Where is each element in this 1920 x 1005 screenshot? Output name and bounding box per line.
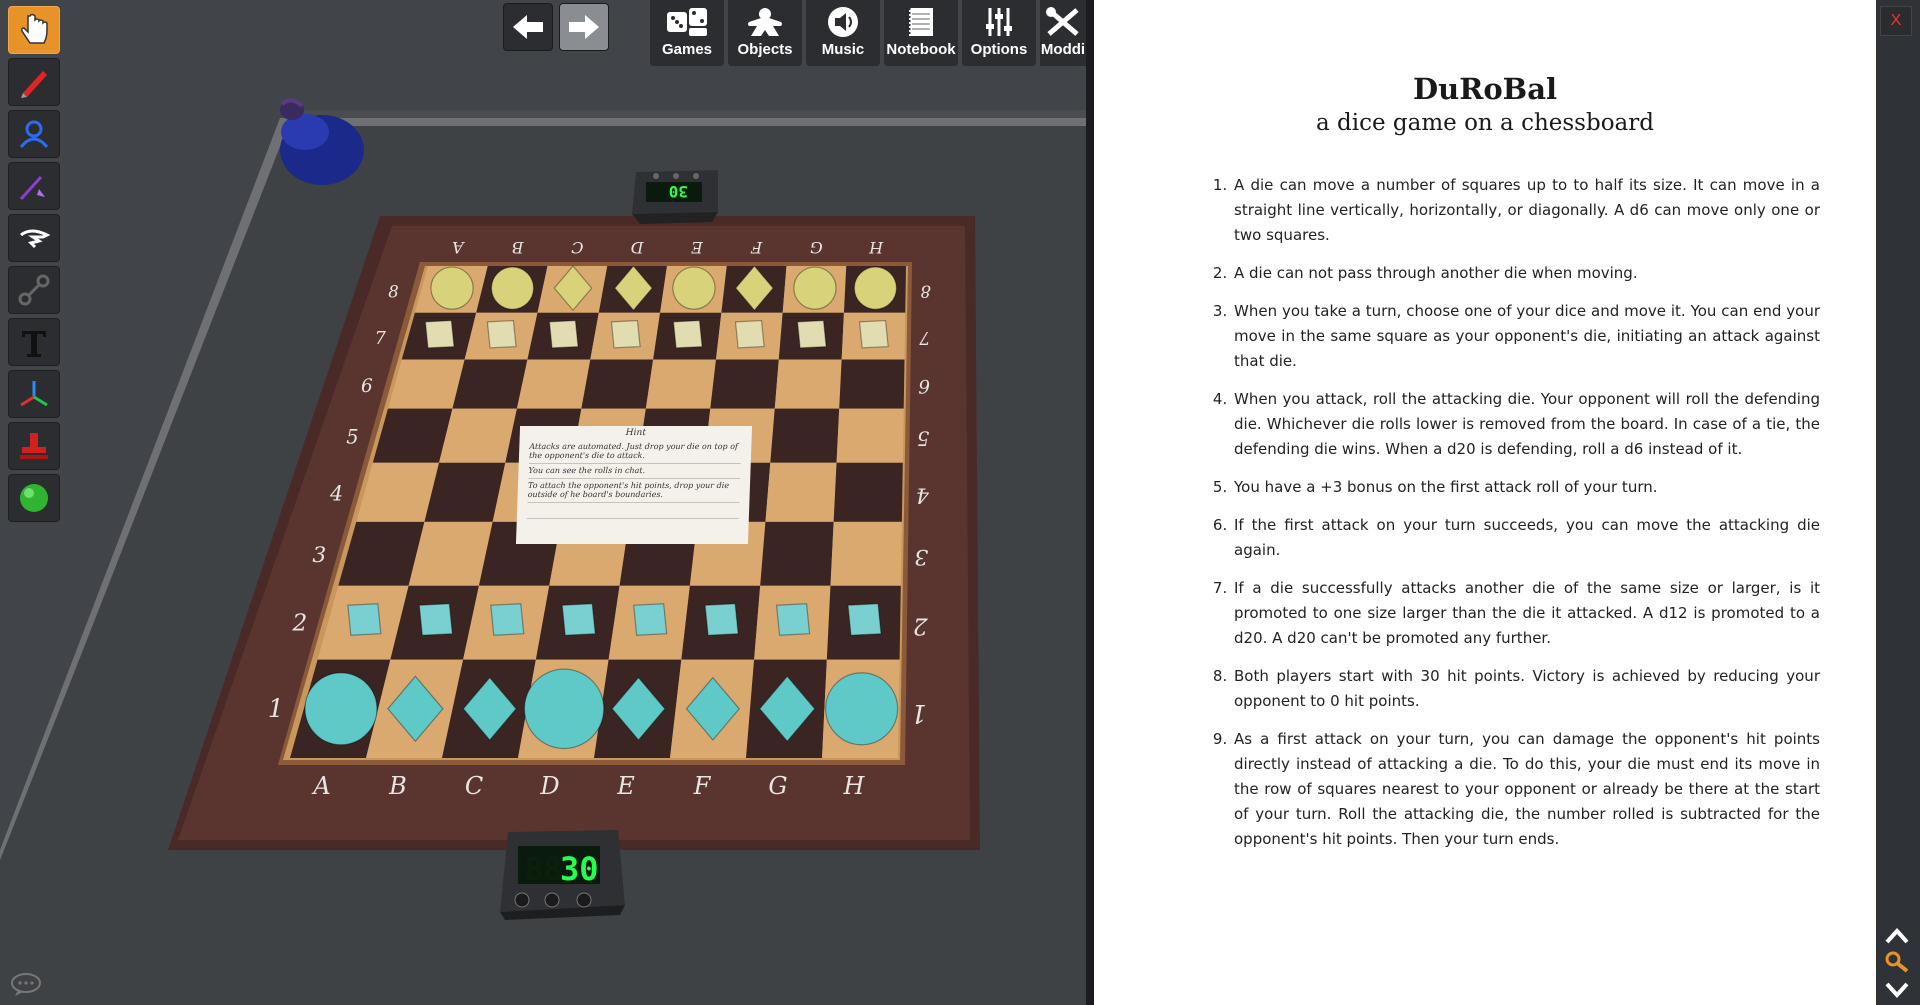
redo-button[interactable] (559, 3, 609, 51)
rules-title: DuRoBal (1413, 72, 1557, 106)
rule-item: When you take a turn, choose one of your… (1232, 299, 1820, 374)
notebook-menu-button[interactable]: Notebook (884, 0, 958, 66)
text-icon (22, 331, 46, 357)
left-toolbar (8, 6, 62, 526)
rule-item: If a die successfully attacks another di… (1232, 576, 1820, 651)
music-label: Music (821, 41, 865, 58)
line-tool-button[interactable] (8, 162, 60, 210)
dice-icon (667, 8, 707, 36)
tools-icon (1046, 7, 1079, 36)
pen-icon (21, 71, 47, 98)
hint-card[interactable]: Hint Attacks are automated. Just drop yo… (515, 426, 753, 544)
notebook-sidebar (1876, 0, 1920, 1005)
objects-label: Objects (737, 41, 793, 58)
rule-item: If the first attack on your turn succeed… (1232, 513, 1820, 563)
chat-icon[interactable] (10, 972, 42, 998)
hint-line-1: Attacks are automated. Just drop your di… (528, 440, 742, 464)
flick-tool-button[interactable] (8, 474, 60, 522)
hidden-zone-icon (20, 229, 51, 249)
scroll-up-button[interactable] (1882, 924, 1912, 948)
rule-item: As a first attack on your turn, you can … (1232, 727, 1820, 852)
snap-tool-button[interactable] (8, 422, 60, 470)
arrow-line-icon (19, 175, 45, 201)
scroll-down-button[interactable] (1882, 978, 1912, 1002)
rule-item: You have a +3 bonus on the first attack … (1232, 475, 1820, 500)
ball-icon (20, 484, 48, 512)
joint-icon (18, 274, 50, 306)
counter-bottom-value: 30 (560, 850, 599, 888)
options-menu-button[interactable]: Options (962, 0, 1036, 66)
magnifier-icon (1885, 951, 1909, 973)
speaker-icon (828, 7, 858, 37)
rule-item: A die can move a number of squares up to… (1232, 173, 1820, 248)
arrow-right-icon (569, 15, 599, 39)
modding-label: Moddi (1040, 41, 1086, 58)
counter-top-value: 30 (669, 182, 688, 201)
svg-text:88: 88 (524, 850, 563, 888)
panel-divider[interactable] (1086, 0, 1094, 1005)
search-button[interactable] (1882, 950, 1912, 974)
rules-subtitle: a dice game on a chessboard (1316, 110, 1654, 136)
games-label: Games (661, 41, 713, 58)
undo-button[interactable] (503, 3, 553, 51)
text-tool-button[interactable] (8, 318, 60, 366)
draw-tool-button[interactable] (8, 58, 60, 106)
user-icon (19, 120, 49, 148)
close-notebook-button[interactable]: X (1880, 6, 1912, 36)
hint-blank-line (526, 503, 740, 519)
rule-item: When you attack, roll the attacking die.… (1232, 387, 1820, 462)
game-viewport[interactable]: ABCDEFGHABCDEFGH8877665544332211 30 30 8… (0, 0, 1094, 1005)
games-menu-button[interactable]: Games (650, 0, 724, 66)
rule-item: Both players start with 30 hit points. V… (1232, 664, 1820, 714)
arrow-left-icon (513, 15, 543, 39)
player-tool-button[interactable] (8, 110, 60, 158)
rules-list: A die can move a number of squares up to… (1204, 173, 1820, 865)
notebook-icon (907, 8, 933, 36)
sliders-icon (986, 8, 1012, 36)
stamp-icon (20, 433, 48, 459)
meeple-icon (748, 8, 782, 36)
chevron-up-icon (1885, 928, 1909, 944)
modding-menu-button[interactable]: Moddi (1040, 0, 1086, 66)
gizmo-tool-button[interactable] (8, 370, 60, 418)
rules-notebook-panel: DuRoBal a dice game on a chessboard A di… (1094, 0, 1876, 1005)
joint-tool-button[interactable] (8, 266, 60, 314)
objects-menu-button[interactable]: Objects (728, 0, 802, 66)
hidden-zone-tool-button[interactable] (8, 214, 60, 262)
axes-icon (20, 381, 48, 407)
rule-item: A die can not pass through another die w… (1232, 261, 1820, 286)
grab-tool-button[interactable] (8, 6, 60, 54)
options-label: Options (970, 41, 1028, 58)
hint-title: Hint (625, 428, 647, 438)
hint-line-2: You can see the rolls in chat. (528, 464, 741, 479)
chevron-down-icon (1885, 982, 1909, 998)
notebook-label: Notebook (886, 41, 956, 58)
music-menu-button[interactable]: Music (806, 0, 880, 66)
hand-icon (21, 13, 48, 44)
hint-line-3: To attach the opponent's hit points, dro… (527, 479, 741, 503)
